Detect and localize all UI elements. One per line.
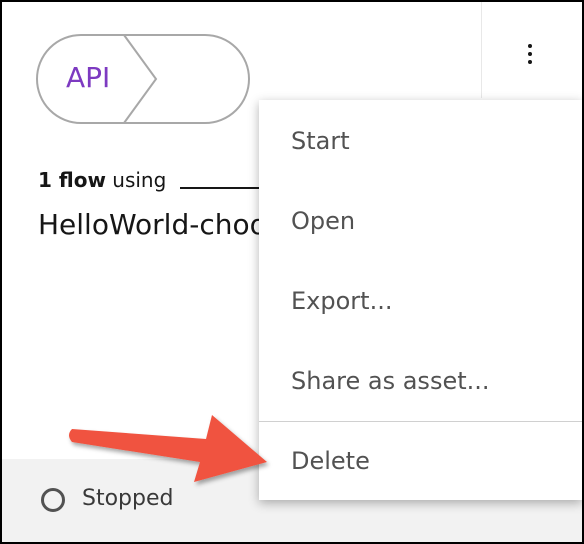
annotation-arrow-icon xyxy=(69,415,267,482)
menu-item-label: Share as asset... xyxy=(291,367,490,395)
flow-name: HelloWorld-chooser xyxy=(38,208,260,241)
flow-separator-line xyxy=(180,187,270,189)
menu-item-share-as-asset[interactable]: Share as asset... xyxy=(259,342,582,422)
overflow-menu: Start Open Export... Share as asset... D… xyxy=(259,100,582,500)
menu-item-label: Delete xyxy=(291,447,370,475)
menu-item-start[interactable]: Start xyxy=(259,102,582,182)
api-tag: API xyxy=(36,34,250,124)
menu-item-export[interactable]: Export... xyxy=(259,262,582,342)
overflow-menu-vertical-icon[interactable] xyxy=(519,38,541,68)
menu-item-label: Export... xyxy=(291,287,393,315)
menu-item-open[interactable]: Open xyxy=(259,182,582,262)
flow-count: 1 flow xyxy=(38,168,106,192)
screenshot-frame: API 1 flow using HelloWorld-chooser Stop… xyxy=(2,2,582,542)
api-tag-label: API xyxy=(66,61,111,94)
menu-item-label: Start xyxy=(291,127,350,155)
flow-using-label: using xyxy=(112,168,167,192)
menu-item-label: Open xyxy=(291,207,356,235)
flow-count-text: 1 flow using xyxy=(38,168,166,192)
menu-item-delete[interactable]: Delete xyxy=(259,422,582,502)
